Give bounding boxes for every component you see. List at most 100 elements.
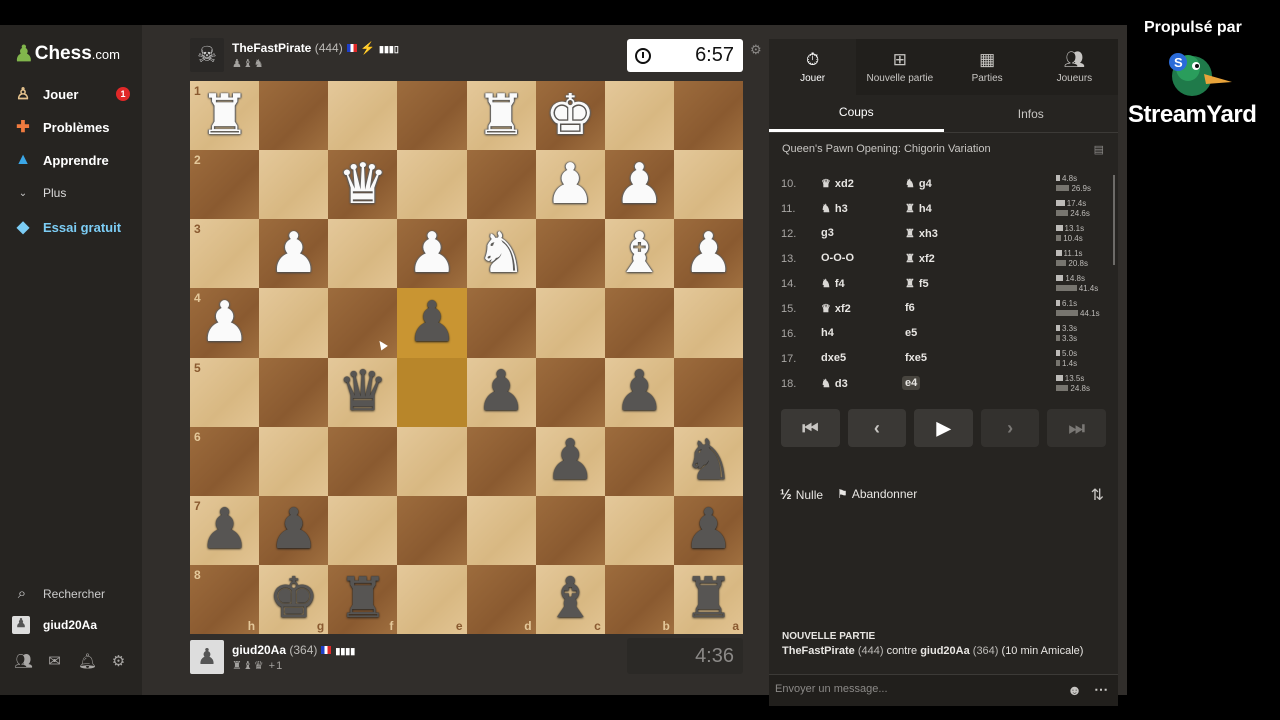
white-move[interactable]: ♛ xf2 <box>821 302 851 315</box>
square-e1[interactable] <box>397 81 467 151</box>
square-d7[interactable] <box>466 495 536 565</box>
sidebar-item-essai-gratuit[interactable]: ◆ Essai gratuit <box>12 215 132 239</box>
play-moves-button[interactable]: ▶ <box>914 409 973 447</box>
square-a7[interactable]: ♟ <box>673 495 743 565</box>
messages-icon[interactable]: ✉ <box>46 652 63 670</box>
white-queen-piece[interactable]: ♛ <box>338 156 388 213</box>
square-f5[interactable]: ♛ <box>328 357 398 427</box>
resign-button[interactable]: ⚑ Abandonner <box>837 487 917 501</box>
black-king-piece[interactable]: ♚ <box>269 571 319 627</box>
black-bishop-piece[interactable]: ♝ <box>545 571 595 627</box>
white-knight-piece[interactable]: ♞ <box>476 225 526 282</box>
square-b8[interactable]: b <box>604 564 674 634</box>
square-d1[interactable]: ♜ <box>466 81 536 151</box>
white-bishop-piece[interactable]: ♝ <box>614 225 664 282</box>
square-b5[interactable]: ♟ <box>604 357 674 427</box>
move-list-scrollbar[interactable] <box>1113 175 1115 265</box>
black-queen-piece[interactable]: ♛ <box>338 364 388 420</box>
black-move[interactable]: ♞ g4 <box>905 177 932 190</box>
top-player-name[interactable]: TheFastPirate (444) ⚡ ▮▮▮▯ <box>232 41 399 55</box>
sidebar-item-jouer[interactable]: ♙ Jouer 1 <box>12 82 132 106</box>
square-f7[interactable] <box>328 495 398 565</box>
square-h1[interactable]: 1 ♜ <box>190 81 260 151</box>
white-pawn-piece[interactable]: ♟ <box>407 225 457 282</box>
square-g5[interactable] <box>259 357 329 427</box>
white-pawn-piece[interactable]: ♟ <box>199 294 249 351</box>
move-list[interactable]: 10. ♛ xd2 ♞ g4 4.8s 26.9s 11. ♞ h3 ♜ h4 17.4s 24.6s 12… <box>769 169 1118 394</box>
white-rook-piece[interactable]: ♜ <box>199 87 249 144</box>
square-e6[interactable] <box>397 426 467 496</box>
board-settings-icon[interactable]: ⚙ <box>750 42 762 58</box>
tab-joueurs[interactable]: 👥︎ Joueurs <box>1031 39 1118 95</box>
square-c4[interactable] <box>535 288 605 358</box>
opening-name[interactable]: Queen's Pawn Opening: Chigorin Variation <box>782 143 991 155</box>
tab-parties[interactable]: ▦ Parties <box>944 39 1031 95</box>
square-e5[interactable] <box>397 357 467 427</box>
black-pawn-piece[interactable]: ♟ <box>683 502 733 558</box>
square-b3[interactable]: ♝ <box>604 219 674 289</box>
black-pawn-piece[interactable]: ♟ <box>269 502 319 558</box>
square-a3[interactable]: ♟ <box>673 219 743 289</box>
square-g1[interactable] <box>259 81 329 151</box>
white-king-piece[interactable]: ♚ <box>545 87 595 144</box>
square-d8[interactable]: d <box>466 564 536 634</box>
square-h2[interactable]: 2 <box>190 150 260 220</box>
square-d3[interactable]: ♞ <box>466 219 536 289</box>
tab-coups[interactable]: Coups <box>769 95 944 132</box>
first-move-button[interactable]: ⏮︎ <box>781 409 840 447</box>
square-g8[interactable]: g ♚ <box>259 564 329 634</box>
black-move[interactable]: ♜ h4 <box>905 202 932 215</box>
square-b6[interactable] <box>604 426 674 496</box>
friends-icon[interactable]: 👥︎ <box>14 652 33 670</box>
white-pawn-piece[interactable]: ♟ <box>683 225 733 282</box>
draw-button[interactable]: ½ Nulle <box>780 486 823 502</box>
square-f6[interactable] <box>328 426 398 496</box>
square-b7[interactable] <box>604 495 674 565</box>
white-pawn-piece[interactable]: ♟ <box>614 156 664 213</box>
message-input[interactable] <box>775 683 1055 695</box>
square-h7[interactable]: 7 ♟ <box>190 495 260 565</box>
square-h6[interactable]: 6 <box>190 426 260 496</box>
square-h3[interactable]: 3 <box>190 219 260 289</box>
flip-board-icon[interactable]: ⇅ <box>1091 485 1104 505</box>
sidebar-item-problemes[interactable]: ✚ Problèmes <box>12 115 132 139</box>
previous-move-button[interactable]: ‹ <box>847 409 907 447</box>
square-h8[interactable]: 8h <box>190 564 260 634</box>
square-g6[interactable] <box>259 426 329 496</box>
square-a1[interactable] <box>673 81 743 151</box>
white-move[interactable]: ♞ h3 <box>821 202 848 215</box>
sidebar-item-apprendre[interactable]: ▲ Apprendre <box>12 148 132 172</box>
tab-nouvelle-partie[interactable]: ⊞ Nouvelle partie <box>856 39 943 95</box>
square-c2[interactable]: ♟ <box>535 150 605 220</box>
black-move[interactable]: e5 <box>905 327 917 339</box>
square-c6[interactable]: ♟ <box>535 426 605 496</box>
square-g3[interactable]: ♟ <box>259 219 329 289</box>
square-b1[interactable] <box>604 81 674 151</box>
square-a2[interactable] <box>673 150 743 220</box>
square-h5[interactable]: 5 <box>190 357 260 427</box>
black-rook-piece[interactable]: ♜ <box>338 571 388 627</box>
white-rook-piece[interactable]: ♜ <box>476 87 526 144</box>
black-pawn-piece[interactable]: ♟ <box>545 433 595 489</box>
square-h4[interactable]: 4 ♟ <box>190 288 260 358</box>
square-c5[interactable] <box>535 357 605 427</box>
square-b4[interactable] <box>604 288 674 358</box>
white-pawn-piece[interactable]: ♟ <box>545 156 595 213</box>
white-pawn-piece[interactable]: ♟ <box>269 225 319 282</box>
square-c1[interactable]: ♚ <box>535 81 605 151</box>
square-d4[interactable] <box>466 288 536 358</box>
profile-link[interactable]: ♟ giud20Aa <box>12 616 97 634</box>
black-rook-piece[interactable]: ♜ <box>683 571 733 627</box>
square-b2[interactable]: ♟ <box>604 150 674 220</box>
black-move[interactable]: ♜ f5 <box>905 277 929 290</box>
square-a8[interactable]: a ♜ <box>673 564 743 634</box>
square-a6[interactable]: ♞ <box>673 426 743 496</box>
square-f3[interactable] <box>328 219 398 289</box>
black-pawn-piece[interactable]: ♟ <box>407 294 457 351</box>
square-a4[interactable] <box>673 288 743 358</box>
emoji-icon[interactable]: ☻ <box>1067 682 1082 698</box>
white-move[interactable]: g3 <box>821 227 834 239</box>
square-e4[interactable]: ♟ <box>397 288 467 358</box>
white-move[interactable]: ♛ xd2 <box>821 177 854 190</box>
square-d6[interactable] <box>466 426 536 496</box>
